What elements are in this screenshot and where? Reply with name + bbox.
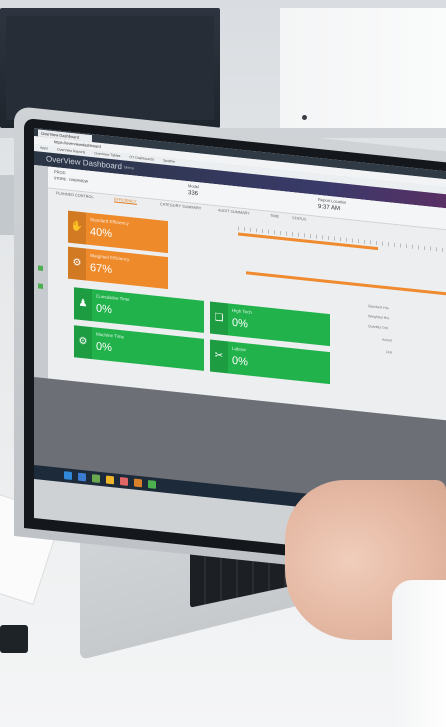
tab-efficiency[interactable]: EFFICIENCY xyxy=(114,197,137,205)
gear-icon: ⚙ xyxy=(74,325,92,360)
kpi-value: 0% xyxy=(96,302,112,317)
kpi-tile[interactable]: ⚙ Machine Time 0% xyxy=(74,325,204,371)
kpi-label: Cumulative Time xyxy=(96,293,130,303)
kpi-tile[interactable]: ❏ High Tech 0% xyxy=(210,301,330,347)
site-block: PROD STORE · OVERVIEW xyxy=(54,169,88,184)
bookmark-item[interactable]: Apps xyxy=(40,146,48,151)
count-block: Model 336 xyxy=(188,183,199,197)
webcam xyxy=(302,115,307,120)
rail-indicator[interactable] xyxy=(38,283,43,289)
menu-button[interactable]: Menu xyxy=(124,164,134,170)
hand-icon: ✋ xyxy=(68,210,86,245)
stat-label: Standard Hrs xyxy=(368,304,389,311)
stat-label: Actual xyxy=(382,337,392,343)
app-icon[interactable] xyxy=(92,474,100,483)
kpi-label: Machine Time xyxy=(96,331,125,340)
background-window xyxy=(280,8,446,128)
kpi-label: High Tech xyxy=(232,307,252,315)
stat-label: Weighted Hrs xyxy=(368,314,390,321)
tab-audit-summary[interactable]: AUDIT SUMMARY xyxy=(218,208,250,215)
start-icon[interactable] xyxy=(64,471,72,480)
kpi-label: Standard Efficiency xyxy=(90,216,129,226)
kpi-value: 40% xyxy=(90,225,113,241)
kpi-tile[interactable]: ✋ Standard Efficiency 40% xyxy=(68,210,168,254)
time-value: 9:37 AM xyxy=(318,203,341,213)
phone xyxy=(0,625,28,653)
tab-planned-control[interactable]: PLANNED CONTROL xyxy=(56,191,94,199)
tag-icon: ❏ xyxy=(210,301,228,336)
stat-label: Unit xyxy=(386,349,393,355)
site-name: PROD xyxy=(54,169,66,176)
kpi-value: 0% xyxy=(232,354,248,369)
kpi-tile[interactable]: ⚙ Weighted Efficiency 67% xyxy=(68,246,168,290)
person-icon: ♟ xyxy=(74,287,92,322)
rail-indicator[interactable] xyxy=(38,265,43,271)
tab-time[interactable]: TIME xyxy=(270,214,279,219)
bookmark-item[interactable]: Spotfire xyxy=(163,159,175,164)
kpi-value: 0% xyxy=(232,316,248,331)
kpi-tile[interactable]: ✂ Labour 0% xyxy=(210,339,330,385)
tool-icon: ✂ xyxy=(210,339,228,374)
app-body: PROD STORE · OVERVIEW Model 336 Report L… xyxy=(34,165,446,512)
stat-label: Quantity Ord xyxy=(368,324,388,331)
kpi-value: 0% xyxy=(96,340,112,355)
gear-icon: ⚙ xyxy=(68,246,86,281)
app-icon[interactable] xyxy=(120,477,128,486)
kpi-label: Weighted Efficiency xyxy=(90,252,130,263)
progress-track xyxy=(246,271,446,297)
ie-icon[interactable] xyxy=(78,472,86,482)
kpi-tile[interactable]: ♟ Cumulative Time 0% xyxy=(74,287,204,333)
kpi-label: Labour xyxy=(232,345,247,353)
kpi-value: 67% xyxy=(90,261,113,277)
photo-scene: OverView Dashboard https://overviewdashb… xyxy=(0,0,446,727)
folder-icon[interactable] xyxy=(106,475,114,485)
sleeve xyxy=(392,580,446,727)
tab-category-summary[interactable]: CATEGORY SUMMARY xyxy=(160,202,201,210)
tab-status[interactable]: STATUS xyxy=(292,216,306,222)
time-block: Report Location 9:37 AM xyxy=(318,197,346,213)
count-label: Model xyxy=(188,183,199,190)
app-icon[interactable] xyxy=(148,479,156,489)
app-icon[interactable] xyxy=(134,478,142,488)
site-sub: STORE · OVERVIEW xyxy=(54,176,88,184)
count-value: 336 xyxy=(188,190,199,198)
